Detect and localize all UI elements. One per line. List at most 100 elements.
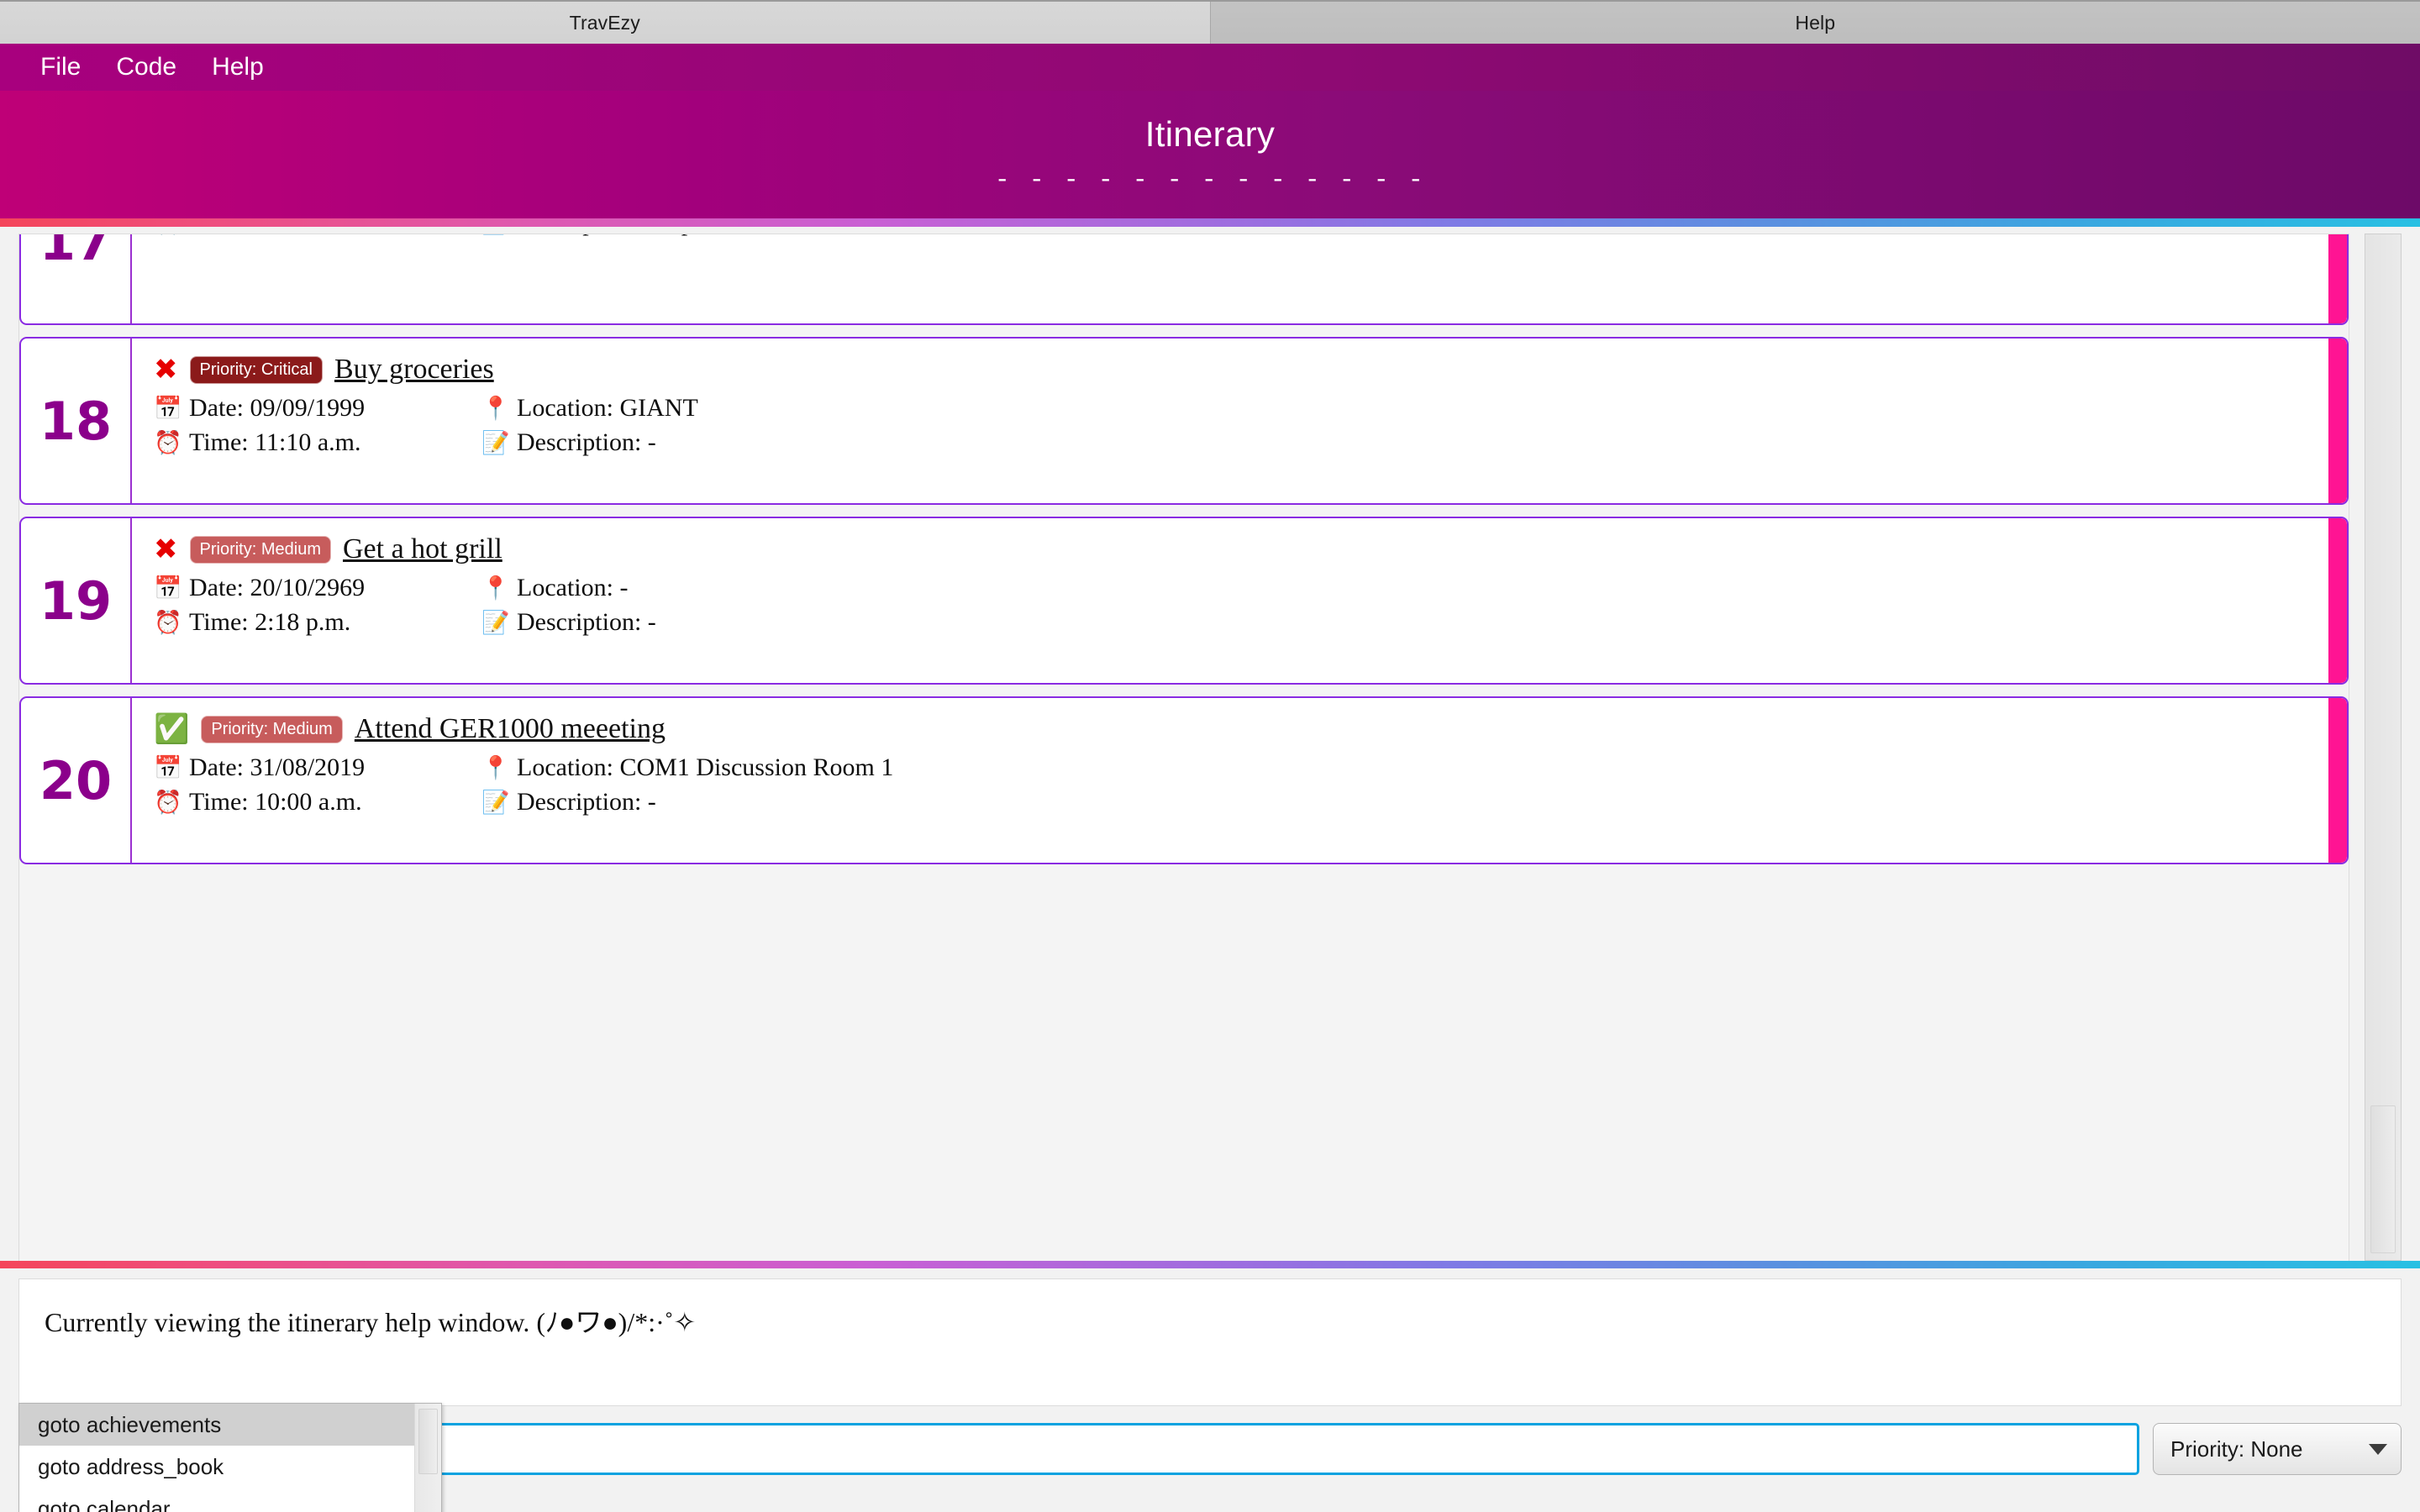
app-window: TravEzy Help File Code Help Itinerary - … xyxy=(0,0,2420,1512)
calendar-icon: 📅 xyxy=(154,754,179,781)
memo-icon: 📝 xyxy=(481,609,507,636)
rainbow-divider-bottom xyxy=(0,1261,2420,1268)
detail-cell-time: ⏰ Time: 11:10 a.m. xyxy=(154,428,481,457)
page-header-banner: Itinerary - - - - - - - - - - - - - xyxy=(0,91,2420,218)
date-label: Date: 09/09/1999 xyxy=(189,394,365,423)
card-index-number: 20 xyxy=(21,698,132,863)
task-title[interactable]: Buy groceries xyxy=(334,354,494,386)
description-label: Description: - xyxy=(517,428,656,457)
card-body: 📅Date: 25/12/2019📍Location: -⏰Time: 12:0… xyxy=(132,234,2347,323)
location-pin-icon: 📍 xyxy=(481,395,507,422)
location-pin-icon: 📍 xyxy=(481,575,507,601)
itinerary-scrollbar[interactable] xyxy=(2365,234,2402,1261)
window-tab-travezy[interactable]: TravEzy xyxy=(0,2,1211,44)
detail-cell-date: 📅 Date: 09/09/1999 xyxy=(154,394,481,423)
card-detail-grid: 📅 Date: 20/10/2969 📍 Location: - ⏰ Time: 2:18… xyxy=(154,574,2347,637)
itinerary-card-list: 17📅Date: 25/12/2019📍Location: -⏰Time: 12… xyxy=(19,234,2349,864)
card-body: ✖Priority: CriticalBuy groceries 📅 Date: 0… xyxy=(132,339,2347,503)
card-detail-grid: 📅 Date: 31/08/2019 📍 Location: COM1 Discuss… xyxy=(154,753,2347,816)
menu-item-code[interactable]: Code xyxy=(103,50,190,84)
autocomplete-scrollbar-thumb[interactable] xyxy=(418,1409,438,1474)
alarm-clock-icon: ⏰ xyxy=(154,789,179,816)
bottom-panel: Currently viewing the itinerary help win… xyxy=(0,1268,2420,1512)
autocomplete-item[interactable]: goto address_book xyxy=(19,1446,414,1488)
alarm-clock-icon: ⏰ xyxy=(154,609,179,636)
itinerary-region: 17📅Date: 25/12/2019📍Location: -⏰Time: 12… xyxy=(0,227,2420,1261)
time-label: Time: 10:00 a.m. xyxy=(189,788,362,816)
detail-cell-time: ⏰ Time: 2:18 p.m. xyxy=(154,608,481,637)
command-autocomplete-popup[interactable]: goto achievementsgoto address_bookgoto c… xyxy=(18,1403,442,1512)
detail-cell-description: 📝 Description: Prepare cookies and milk xyxy=(481,234,2347,237)
detail-cell-location: 📍 Location: COM1 Discussion Room 1 xyxy=(481,753,2347,782)
card-accent-bar xyxy=(2328,698,2347,863)
card-body: ✅ Priority: Medium Attend GER1000 meeeting… xyxy=(132,698,2347,863)
memo-icon: 📝 xyxy=(481,429,507,456)
detail-cell-location: 📍 Location: - xyxy=(481,574,2347,602)
card-accent-bar xyxy=(2328,234,2347,323)
detail-cell-description: 📝Description: - xyxy=(481,788,2347,816)
time-label: Time: 11:10 a.m. xyxy=(189,428,360,457)
calendar-icon: 📅 xyxy=(154,575,179,601)
calendar-icon: 📅 xyxy=(154,395,179,422)
page-title: Itinerary xyxy=(1145,114,1275,155)
window-tab-label: Help xyxy=(1795,12,1835,34)
task-not-done-icon[interactable]: ✖ xyxy=(154,355,178,384)
card-accent-bar xyxy=(2328,518,2347,683)
itinerary-scrollbar-thumb[interactable] xyxy=(2370,1105,2396,1253)
card-title-row: ✅ Priority: Medium Attend GER1000 meeeting xyxy=(154,713,2347,745)
location-label: Location: COM1 Discussion Room 1 xyxy=(517,753,893,782)
card-accent-bar xyxy=(2328,339,2347,503)
date-label: Date: 20/10/2969 xyxy=(189,574,365,602)
task-title[interactable]: Attend GER1000 meeeting xyxy=(355,713,666,745)
location-label: Location: - xyxy=(517,574,628,602)
detail-cell-location: 📍 Location: GIANT xyxy=(481,394,2347,423)
itinerary-card[interactable]: 17📅Date: 25/12/2019📍Location: -⏰Time: 12… xyxy=(19,234,2349,325)
task-not-done-icon[interactable]: ✖ xyxy=(154,535,178,564)
detail-cell-date: 📅 Date: 31/08/2019 xyxy=(154,753,481,782)
time-label: Time: 2:18 p.m. xyxy=(189,608,350,637)
status-message-box: Currently viewing the itinerary help win… xyxy=(18,1278,2402,1406)
status-message: Currently viewing the itinerary help win… xyxy=(45,1301,2401,1340)
date-label: Date: 31/08/2019 xyxy=(189,753,365,782)
card-index-number: 18 xyxy=(21,339,132,503)
itinerary-card[interactable]: 18 ✖Priority: CriticalBuy groceries 📅 Date:… xyxy=(19,337,2349,505)
priority-select[interactable]: Priority: None xyxy=(2153,1423,2402,1475)
itinerary-scroll-viewport[interactable]: 17📅Date: 25/12/2019📍Location: -⏰Time: 12… xyxy=(18,234,2349,1261)
autocomplete-scrollbar[interactable] xyxy=(414,1404,441,1512)
card-title-row: ✖ Priority: Medium Get a hot grill xyxy=(154,533,2347,565)
alarm-clock-icon: ⏰ xyxy=(154,429,179,456)
priority-badge: Priority: Medium xyxy=(190,536,331,564)
autocomplete-item[interactable]: goto achievements xyxy=(19,1404,414,1446)
detail-cell-time: ⏰ Time: 10:00 a.m. xyxy=(154,788,481,816)
window-tab-label: TravEzy xyxy=(570,12,640,34)
description-label: Description: - xyxy=(517,608,656,637)
menu-item-help[interactable]: Help xyxy=(198,50,277,84)
window-tab-strip: TravEzy Help xyxy=(0,0,2420,44)
location-label: Location: GIANT xyxy=(517,394,698,423)
detail-cell-description: 📝 Description: - xyxy=(481,608,2347,637)
menu-bar: File Code Help xyxy=(0,44,2420,91)
task-title[interactable]: Get a hot grill xyxy=(343,533,502,565)
autocomplete-list: goto achievementsgoto address_bookgoto c… xyxy=(19,1404,414,1512)
detail-cell-time: ⏰Time: 12:00 a.m. xyxy=(154,234,481,237)
card-detail-grid: 📅Date: 25/12/2019📍Location: -⏰Time: 12:0… xyxy=(154,234,2347,237)
memo-icon: 📝 xyxy=(481,789,507,816)
card-body: ✖ Priority: Medium Get a hot grill 📅 Date: 2… xyxy=(132,518,2347,683)
memo-icon: 📝 xyxy=(481,234,507,236)
card-title-row: ✖Priority: CriticalBuy groceries xyxy=(154,354,2347,386)
itinerary-card[interactable]: 20 ✅ Priority: Medium Attend GER1000 meeeti… xyxy=(19,696,2349,864)
rainbow-divider-top xyxy=(0,218,2420,227)
priority-badge: Priority: Medium xyxy=(201,716,342,743)
task-done-icon[interactable]: ✅ xyxy=(154,715,189,743)
window-tab-help[interactable]: Help xyxy=(1211,2,2420,44)
priority-select-value: Priority: None xyxy=(2170,1436,2303,1462)
itinerary-card[interactable]: 19 ✖ Priority: Medium Get a hot grill 📅 Date:… xyxy=(19,517,2349,685)
autocomplete-item[interactable]: goto calendar xyxy=(19,1488,414,1512)
detail-cell-description: 📝 Description: - xyxy=(481,428,2347,457)
menu-item-file[interactable]: File xyxy=(27,50,94,84)
card-index-number: 19 xyxy=(21,518,132,683)
chevron-down-icon xyxy=(2369,1444,2387,1455)
description-label: Description: Prepare cookies and milk xyxy=(517,234,903,237)
alarm-clock-icon: ⏰ xyxy=(154,234,179,236)
location-pin-icon: 📍 xyxy=(481,754,507,781)
